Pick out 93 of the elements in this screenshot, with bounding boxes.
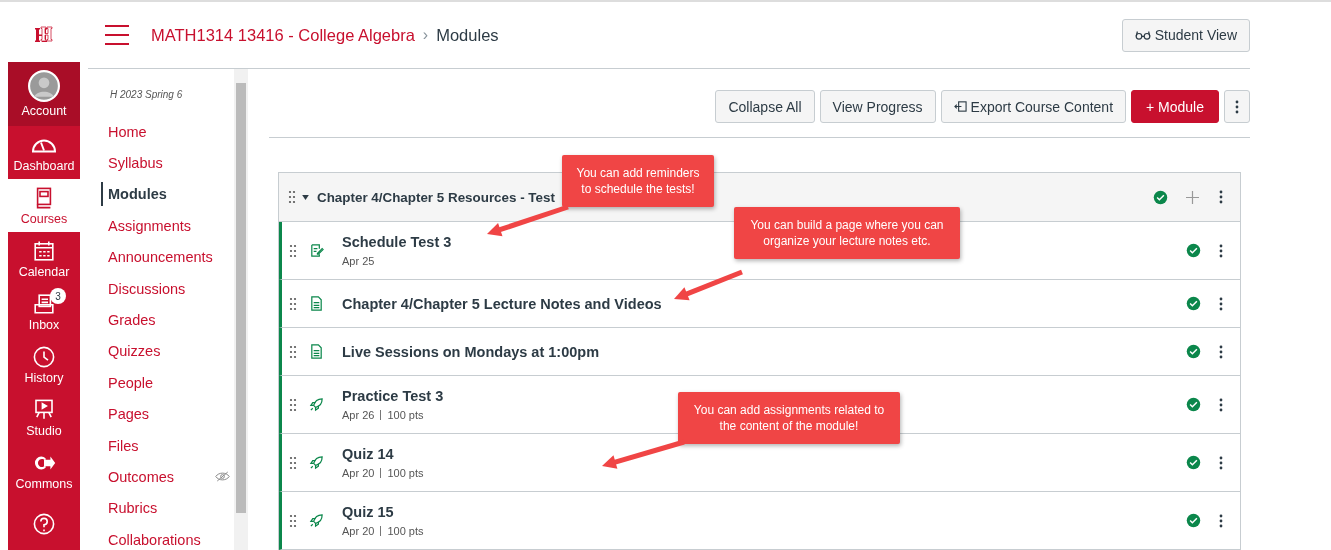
module-item[interactable]: Chapter 4/Chapter 5 Lecture Notes and Videos — [279, 280, 1240, 328]
unread-count-badge: 3 — [50, 288, 66, 304]
drag-handle-icon[interactable] — [289, 243, 297, 258]
drag-handle-icon[interactable] — [289, 455, 297, 470]
breadcrumb-current: Modules — [436, 25, 499, 45]
course-nav-link[interactable]: Files — [88, 433, 230, 458]
inbox-icon — [32, 291, 56, 316]
breadcrumb-separator: › — [422, 26, 429, 44]
global-nav-item[interactable]: Calendar — [8, 232, 80, 285]
item-title-link[interactable]: Chapter 4/Chapter 5 Lecture Notes and Videos — [342, 295, 662, 312]
rocket-icon — [309, 455, 324, 470]
expand-caret-icon[interactable] — [302, 194, 309, 200]
course-nav-link[interactable]: Syllabus — [88, 151, 230, 176]
rocket-icon — [309, 513, 324, 528]
menu-button[interactable] — [105, 25, 129, 45]
item-title-link[interactable]: Practice Test 3 — [342, 388, 444, 404]
calendar-icon — [32, 238, 56, 263]
toolbar-button[interactable]: View Progress — [819, 90, 936, 123]
glasses-icon — [1134, 29, 1151, 41]
drag-handle-icon[interactable] — [289, 513, 297, 528]
course-nav-link[interactable]: People — [88, 370, 230, 395]
global-nav-item[interactable]: Account — [8, 62, 80, 126]
published-check-icon[interactable] — [1186, 296, 1201, 311]
course-nav-link[interactable]: Collaborations — [88, 527, 230, 550]
course-nav-link[interactable]: Assignments — [88, 213, 230, 238]
drag-handle-icon[interactable] — [289, 397, 297, 412]
student-view-button[interactable]: Student View — [1121, 18, 1250, 52]
published-check-icon[interactable] — [1186, 397, 1201, 412]
item-detail: Apr 25 — [342, 255, 375, 267]
more-options-icon[interactable] — [1219, 190, 1223, 204]
module-item[interactable]: Quiz 15 Apr 20 100 pts — [279, 492, 1240, 550]
toolbar-button[interactable]: Export Course Content — [940, 90, 1126, 123]
add-module-button[interactable]: + Module — [1131, 90, 1219, 123]
clock-icon — [32, 344, 56, 369]
term-label: H 2023 Spring 6 — [109, 89, 184, 100]
more-options-icon[interactable] — [1219, 397, 1223, 412]
global-nav-item[interactable]: 3 Inbox — [8, 285, 80, 338]
add-item-icon[interactable] — [1186, 190, 1199, 204]
drag-handle-icon[interactable] — [289, 296, 297, 311]
published-check-icon[interactable] — [1186, 513, 1201, 528]
global-nav-item[interactable]: Dashboard — [8, 126, 80, 179]
item-title-link[interactable]: Quiz 15 — [342, 504, 394, 520]
item-detail: Apr 20 — [342, 467, 375, 479]
global-nav-item[interactable]: History — [8, 338, 80, 391]
document-icon — [309, 344, 324, 359]
item-title-link[interactable]: Live Sessions on Mondays at 1:00pm — [342, 343, 600, 360]
breadcrumb-link[interactable]: MATH1314 13416 - College Algebra — [151, 25, 415, 45]
toolbar-button[interactable]: Collapse All — [715, 90, 815, 123]
course-nav-link[interactable]: Modules — [101, 182, 230, 207]
callout-arrow — [674, 269, 743, 301]
item-detail: 100 pts — [387, 467, 424, 479]
global-nav-item[interactable]: Commons — [8, 444, 80, 497]
published-check-icon[interactable] — [1153, 189, 1168, 205]
item-detail: 100 pts — [387, 525, 424, 537]
course-nav-link[interactable]: Quizzes — [88, 339, 230, 364]
more-options-icon[interactable] — [1219, 455, 1223, 470]
module-title: Chapter 4/Chapter 5 Resources - Test — [317, 189, 556, 205]
course-nav-link[interactable]: Rubrics — [88, 496, 230, 521]
drag-handle-icon[interactable] — [289, 344, 297, 359]
item-title-link[interactable]: Schedule Test 3 — [342, 234, 452, 250]
published-check-icon[interactable] — [1186, 344, 1201, 359]
item-detail: Apr 26 — [342, 409, 375, 421]
scrollbar[interactable] — [234, 69, 248, 550]
item-detail: 100 pts — [387, 409, 424, 421]
published-check-icon[interactable] — [1186, 455, 1201, 470]
studio-icon — [32, 397, 56, 422]
document-icon — [309, 296, 324, 311]
course-nav-link[interactable]: Grades — [88, 308, 230, 333]
drag-handle-icon[interactable] — [288, 190, 296, 204]
assignment-icon — [309, 243, 324, 258]
course-nav-link[interactable]: Announcements — [88, 245, 230, 270]
more-options-icon[interactable] — [1219, 296, 1223, 311]
more-options-icon[interactable] — [1219, 513, 1223, 528]
global-nav-item[interactable]: Courses — [8, 179, 80, 232]
course-nav-link[interactable]: Pages — [88, 402, 230, 427]
published-check-icon[interactable] — [1186, 243, 1201, 258]
callout-note: You can add assignments related to the content of the module! — [678, 392, 900, 444]
course-nav-link[interactable]: Discussions — [88, 276, 230, 301]
callout-note: You can build a page where you can organize your lecture notes etc. — [734, 207, 960, 259]
course-nav-link[interactable]: Outcomes — [88, 465, 215, 489]
item-detail: Apr 20 — [342, 525, 375, 537]
more-options-icon[interactable] — [1219, 243, 1223, 258]
more-options-icon — [1235, 99, 1239, 114]
callout-note: You can add reminders to schedule the tests! — [562, 155, 714, 207]
export-icon — [953, 100, 967, 113]
module-item[interactable]: Live Sessions on Mondays at 1:00pm — [279, 328, 1240, 376]
course-nav-link[interactable]: Home — [88, 119, 230, 144]
avatar-icon — [28, 70, 60, 102]
rocket-icon — [309, 397, 324, 412]
more-options-icon[interactable] — [1219, 344, 1223, 359]
global-nav-item[interactable]: Studio — [8, 391, 80, 444]
help-icon — [32, 511, 56, 536]
item-title-link[interactable]: Quiz 14 — [342, 446, 394, 462]
